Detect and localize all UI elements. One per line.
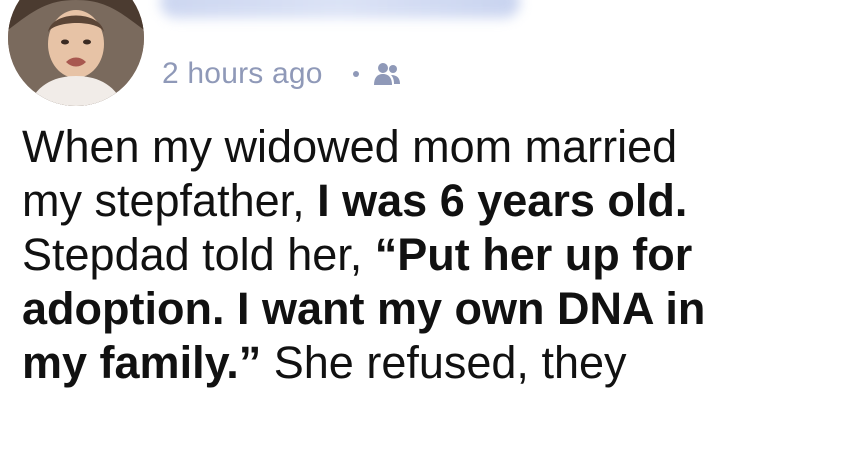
- meta-separator-dot: [352, 71, 359, 77]
- post-text-line: my family.” She refused, they: [22, 336, 842, 390]
- post-text: When my widowed mom married my stepfathe…: [22, 120, 842, 390]
- post-text-bold-segment: “Put her up for: [374, 229, 693, 280]
- post-text-bold-segment: adoption. I want my own DNA in: [22, 283, 706, 334]
- avatar-image: [8, 0, 144, 106]
- post-text-segment: When my widowed mom married: [22, 121, 678, 172]
- post-card: 2 hours ago When my widowed mom married …: [0, 0, 850, 472]
- post-text-line: Stepdad told her, “Put her up for: [22, 228, 842, 282]
- post-meta: 2 hours ago: [162, 54, 401, 94]
- post-text-segment: my stepfather,: [22, 175, 318, 226]
- post-text-bold-segment: I was 6 years old.: [317, 175, 688, 226]
- friends-icon[interactable]: [373, 61, 401, 87]
- blurred-author-name: [160, 0, 520, 18]
- post-text-line: When my widowed mom married: [22, 120, 842, 174]
- post-text-bold-segment: my family.”: [22, 337, 262, 388]
- post-timestamp[interactable]: 2 hours ago: [162, 57, 323, 91]
- post-text-segment: Stepdad told her,: [22, 229, 375, 280]
- post-text-segment: She refused, they: [261, 337, 627, 388]
- avatar[interactable]: [8, 0, 144, 106]
- post-text-line: my stepfather, I was 6 years old.: [22, 174, 842, 228]
- post-text-line: adoption. I want my own DNA in: [22, 282, 842, 336]
